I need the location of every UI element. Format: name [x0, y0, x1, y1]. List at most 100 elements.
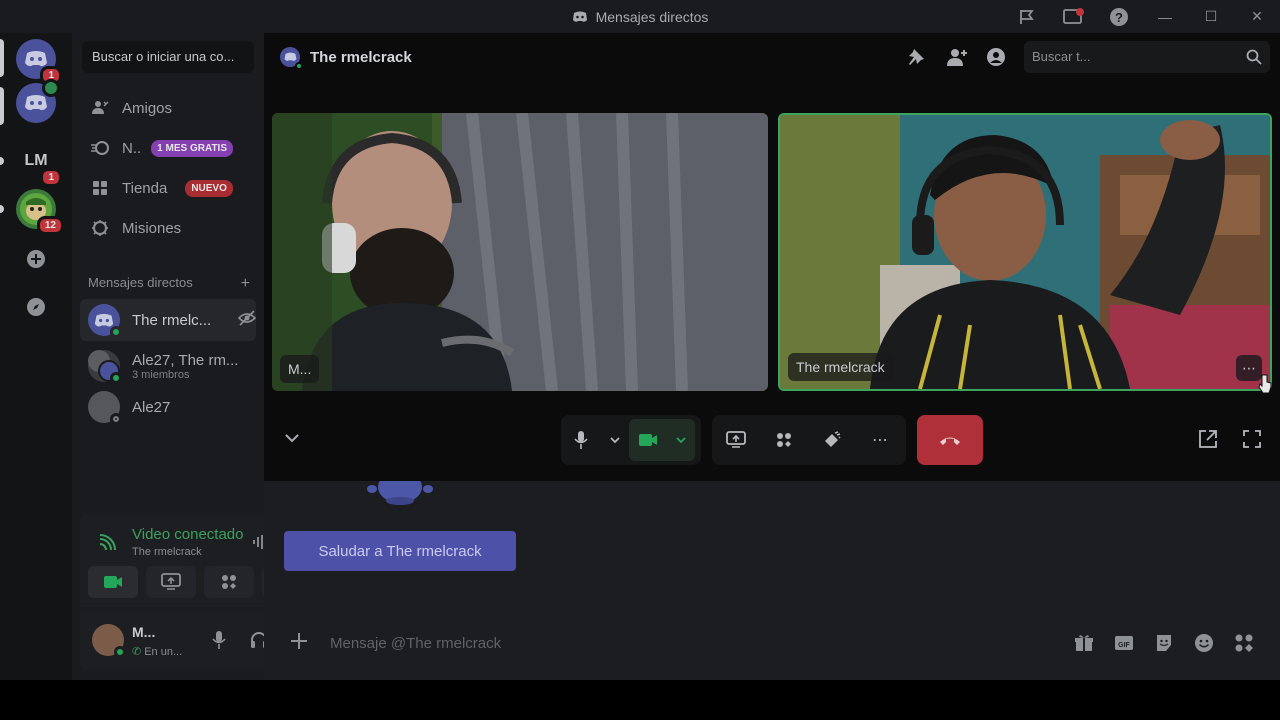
server-item[interactable] [16, 79, 60, 123]
maximize-button[interactable]: ☐ [1188, 0, 1234, 33]
close-button[interactable]: ✕ [1234, 0, 1280, 33]
dm-section-header: Mensajes directos + [88, 275, 250, 293]
discord-logo-icon [94, 313, 114, 326]
microphone-icon [574, 431, 588, 449]
emoji-icon[interactable] [1194, 633, 1214, 658]
free-month-tag: 1 MES GRATIS [151, 139, 233, 157]
gift-icon[interactable] [1074, 633, 1094, 658]
notification-badge: 1 [40, 168, 62, 187]
discover-button[interactable] [16, 287, 56, 327]
video-tile-1[interactable]: M... [272, 113, 768, 391]
phone-icon: ✆ [132, 646, 142, 658]
wave-greeting-button[interactable]: Saludar a The rmelcrack [284, 531, 516, 571]
message-composer: Mensaje @The rmelcrack GIF [264, 618, 1280, 668]
camera-options-chevron-icon [675, 437, 686, 444]
leave-call-button[interactable] [917, 415, 983, 465]
minimize-button[interactable]: — [1142, 0, 1188, 33]
compass-icon [27, 298, 45, 316]
collapse-chevron-icon[interactable] [284, 431, 300, 450]
voice-status: Video conectado [132, 526, 244, 543]
plus-circle-icon [27, 250, 45, 268]
dm-item-the-rmelcrack[interactable]: The rmelc... [80, 299, 257, 341]
wumpus-mascot-image [367, 481, 433, 505]
activities-button[interactable] [204, 566, 254, 598]
mute-button[interactable] [561, 415, 601, 465]
screen-share-button[interactable] [712, 415, 760, 465]
add-server-button[interactable] [16, 239, 56, 279]
server-direct-messages[interactable]: 1 [16, 39, 62, 85]
server-rail: 1 LM 1 12 [0, 33, 72, 680]
user-avatar[interactable] [92, 624, 126, 658]
nav-shop[interactable]: Tienda NUEVO [80, 170, 256, 206]
discord-logo-icon [284, 52, 296, 61]
more-options-icon[interactable]: ⋯ [856, 415, 904, 465]
signal-icon [98, 534, 116, 557]
main-panel: The rmelcrack Buscar t... M... The rmelc… [264, 33, 1280, 680]
video-toggle-button[interactable] [88, 566, 138, 598]
pop-out-icon[interactable] [1198, 429, 1218, 454]
message-input[interactable]: Mensaje @The rmelcrack [330, 635, 501, 652]
activities-button[interactable] [760, 415, 808, 465]
help-icon[interactable]: ? [1096, 0, 1142, 33]
nav-nitro[interactable]: N.. 1 MES GRATIS [80, 130, 256, 166]
inbox-flag-icon[interactable] [1004, 0, 1050, 33]
channel-header: The rmelcrack Buscar t... [264, 33, 1280, 81]
pin-icon[interactable] [906, 47, 926, 72]
selected-pill [0, 39, 4, 77]
find-conversation-input[interactable]: Buscar o iniciar una co... [82, 41, 254, 73]
user-profile-icon[interactable] [986, 47, 1006, 72]
dm-item-ale27[interactable]: Ale27 [80, 386, 256, 428]
title-bar: Mensajes directos ? — ☐ ✕ [0, 0, 1280, 33]
header-search-input[interactable]: Buscar t... [1024, 41, 1270, 73]
hang-up-icon [940, 437, 960, 445]
unread-pill [0, 205, 4, 213]
online-status-icon [110, 326, 122, 338]
video-tile-2-speaking[interactable]: The rmelcrack ⋯ [778, 113, 1272, 391]
activities-icon [222, 575, 236, 589]
create-dm-plus-icon[interactable]: + [241, 275, 250, 293]
online-status-icon [114, 646, 126, 658]
nav-friends[interactable]: Amigos [80, 90, 256, 126]
camera-icon [104, 576, 122, 588]
hide-dm-eye-icon[interactable] [237, 309, 257, 331]
activities-icon [777, 433, 791, 447]
audio-video-controls [561, 415, 701, 465]
video-feed-image [272, 113, 768, 391]
mouse-cursor-icon [1258, 374, 1272, 394]
svg-text:?: ? [1115, 10, 1123, 25]
add-friends-icon[interactable] [946, 47, 968, 72]
screen-share-icon[interactable] [1050, 0, 1096, 33]
discord-logo-icon [25, 95, 47, 111]
camera-button[interactable] [629, 419, 695, 461]
soundboard-button[interactable] [808, 415, 856, 465]
participant-name-label: The rmelcrack [788, 353, 893, 381]
conversation-title: The rmelcrack [310, 48, 412, 66]
server-pill [0, 87, 4, 125]
server-cartoon[interactable]: 12 [16, 189, 64, 235]
dm-item-group[interactable]: Ale27, The rm... 3 miembros [80, 345, 256, 387]
attach-plus-icon[interactable] [288, 630, 310, 657]
group-avatar [88, 350, 122, 384]
user-name: M... [132, 624, 156, 640]
shop-icon [90, 178, 110, 198]
new-tag: NUEVO [185, 179, 233, 197]
video-feed-image [780, 115, 1270, 389]
nitro-icon [90, 138, 110, 158]
search-icon [1246, 49, 1262, 68]
discord-logo-icon [25, 51, 47, 67]
screen-share-button[interactable] [146, 566, 196, 598]
sticker-icon[interactable] [1154, 633, 1174, 658]
offline-status-icon [110, 413, 122, 425]
nav-quests[interactable]: Misiones [80, 210, 256, 246]
screen-share-icon [161, 573, 181, 590]
quests-icon [90, 218, 110, 238]
gif-icon[interactable]: GIF [1114, 633, 1134, 658]
mic-options-chevron-icon[interactable] [601, 415, 629, 465]
microphone-icon[interactable] [211, 630, 227, 655]
dm-sidebar: Buscar o iniciar una co... Amigos N.. 1 … [72, 33, 328, 680]
apps-icon[interactable] [1234, 633, 1254, 658]
notification-badge: 12 [36, 216, 64, 235]
server-lm[interactable]: LM 1 [16, 141, 62, 187]
fullscreen-icon[interactable] [1242, 429, 1262, 454]
voice-channel[interactable]: The rmelcrack [132, 546, 202, 558]
